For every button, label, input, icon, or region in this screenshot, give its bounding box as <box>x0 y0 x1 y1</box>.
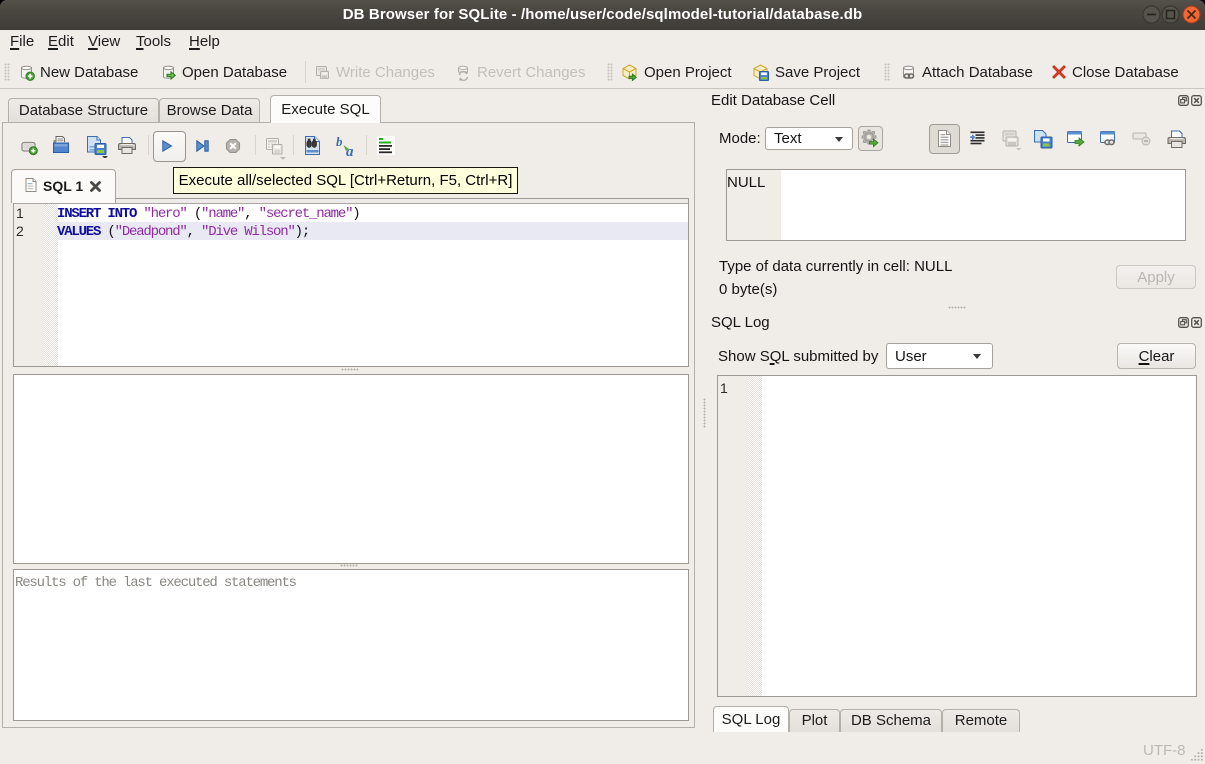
svg-text:a: a <box>346 144 354 157</box>
svg-text:b: b <box>336 135 343 149</box>
